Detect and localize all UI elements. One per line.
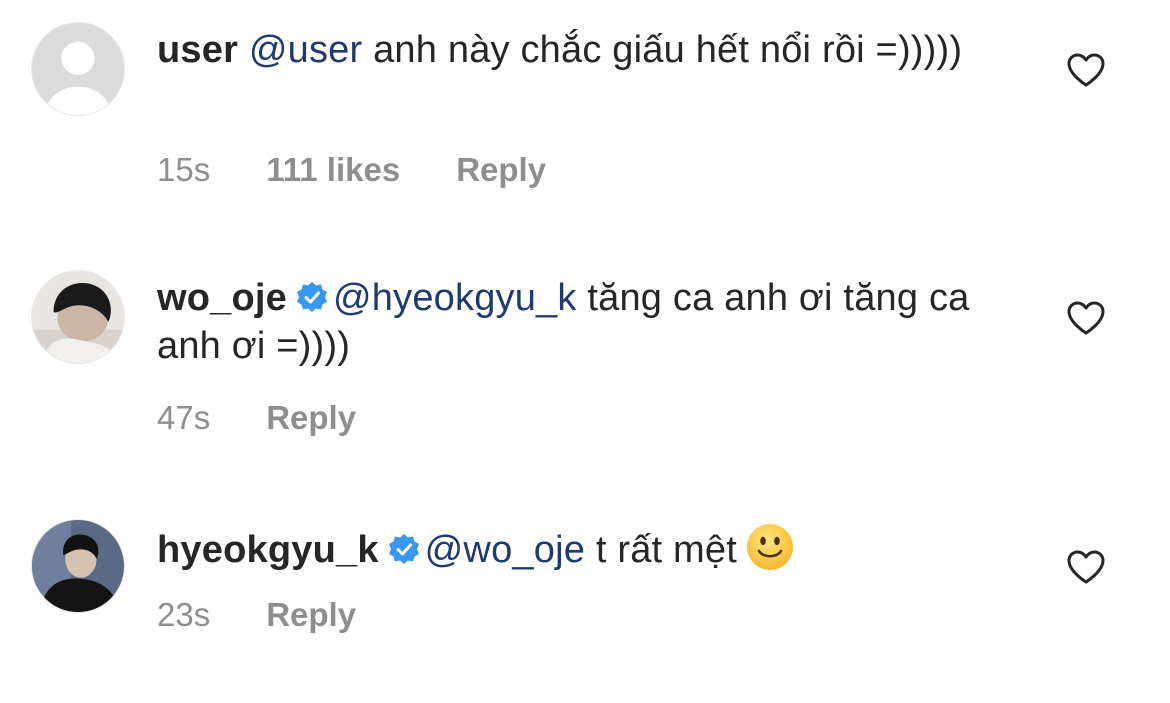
slightly-smiling-face-emoji [746,524,793,570]
comment-body: t rất mệt [585,529,737,571]
comment-likes[interactable]: 111 likes [266,151,400,188]
comment-meta: 15s 111 likes Reply [157,150,602,190]
comment-time: 15s [157,151,211,188]
comment-text: hyeokgyu_k @wo_oje t rất mệt [157,522,1017,574]
comment-text: wo_oje @hyeokgyu_k tăng ca anh ơi tăng c… [157,274,1017,370]
profile-photo [32,271,124,363]
avatar[interactable] [31,22,125,116]
comment-time: 47s [157,399,211,436]
heart-outline-icon[interactable] [1066,300,1106,336]
heart-outline-icon[interactable] [1066,52,1106,88]
verified-badge-icon [297,282,328,312]
comment-username[interactable]: hyeokgyu_k [157,529,379,571]
reply-button[interactable]: Reply [266,399,356,436]
comment-meta: 47s Reply [157,398,412,438]
comment-username[interactable]: wo_oje [157,277,287,319]
comment-mention[interactable]: @wo_oje [425,529,585,571]
default-avatar-icon [32,23,124,115]
comment-time: 23s [157,596,211,633]
heart-outline-icon[interactable] [1066,549,1106,585]
comment-meta: 23s Reply [157,595,412,635]
comment-body: anh này chắc giấu hết nổi rồi =))))) [362,29,963,71]
comment-text: user @user anh này chắc giấu hết nổi rồi… [157,26,1017,74]
profile-photo [32,520,124,612]
comment-username[interactable]: user [157,29,238,71]
comment-mention[interactable]: @hyeokgyu_k [333,277,577,319]
avatar[interactable] [31,270,125,364]
avatar[interactable] [31,519,125,613]
reply-button[interactable]: Reply [266,596,356,633]
comment-mention[interactable]: @user [249,29,363,71]
reply-button[interactable]: Reply [456,151,546,188]
verified-badge-icon [388,534,419,564]
